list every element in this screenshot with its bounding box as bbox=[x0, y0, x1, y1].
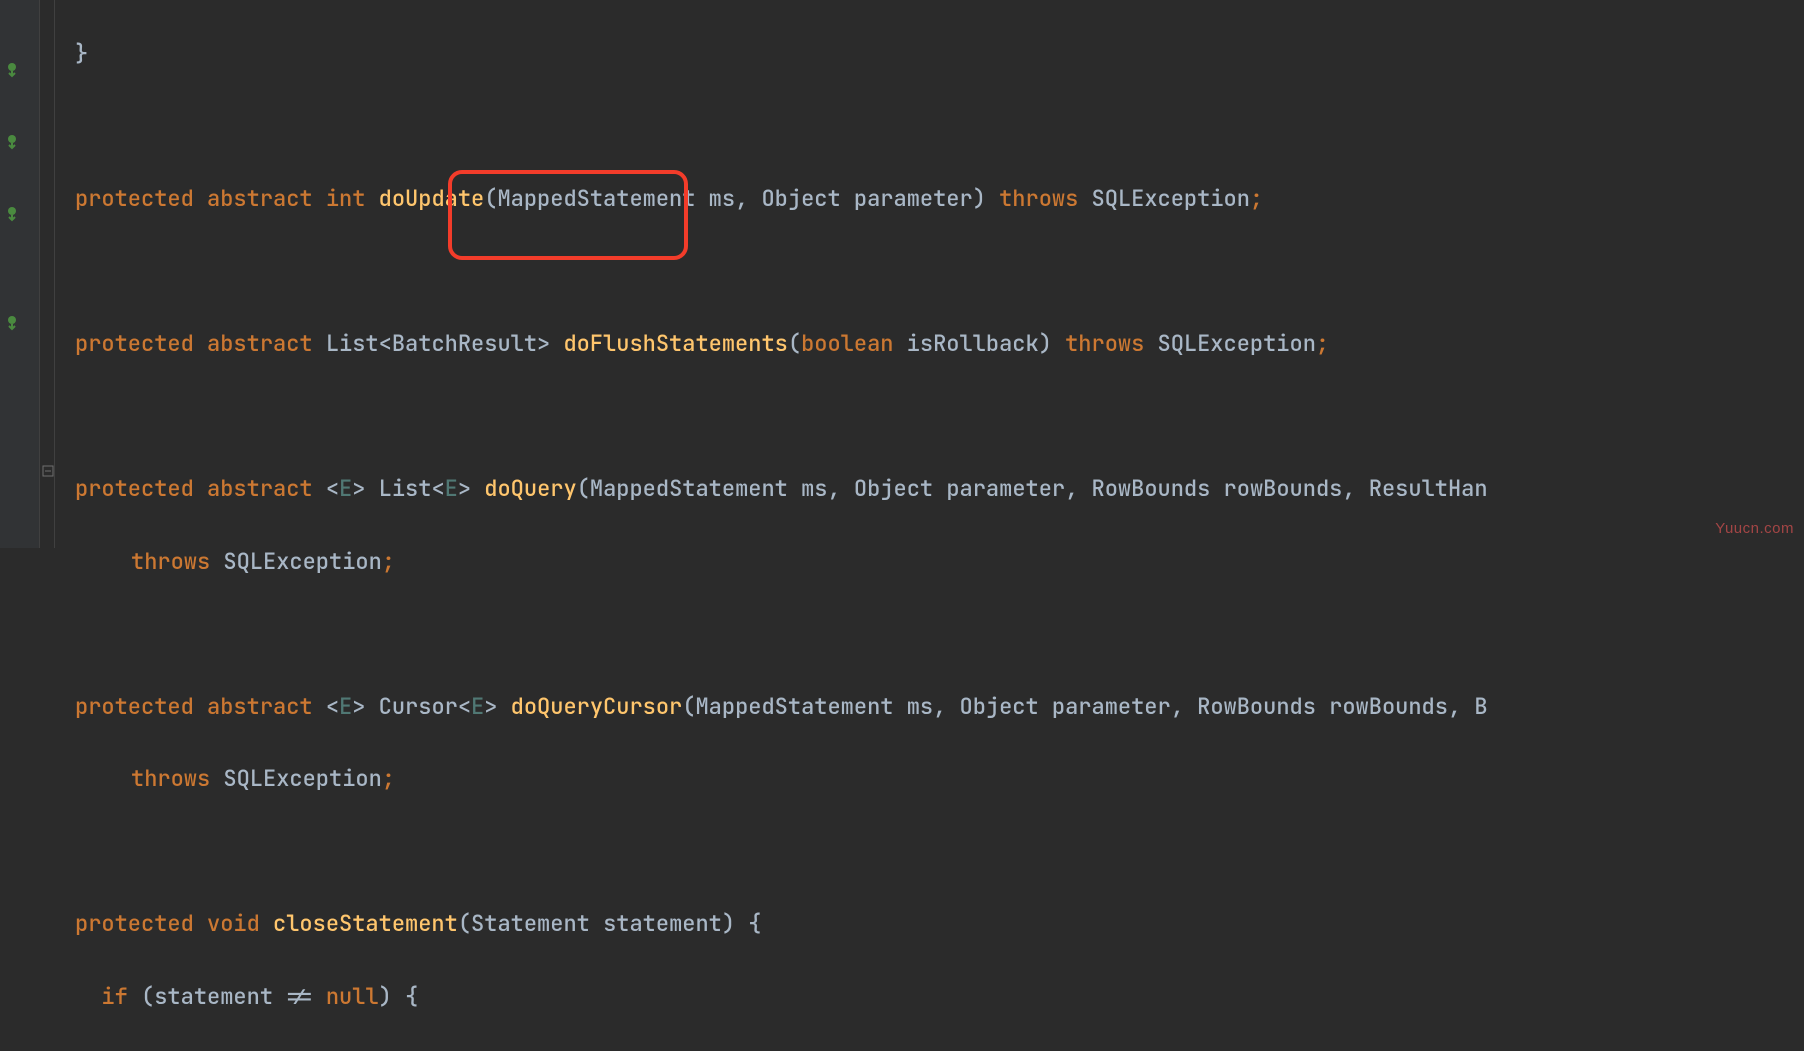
override-icon[interactable] bbox=[4, 134, 20, 150]
code-line: throws SQLException; bbox=[75, 544, 1804, 580]
fold-icon[interactable] bbox=[42, 452, 54, 464]
code-line: protected void closeStatement(Statement … bbox=[75, 906, 1804, 942]
code-line: if (statement != null) { bbox=[75, 979, 1804, 1015]
code-line: protected abstract <E> Cursor<E> doQuery… bbox=[75, 689, 1804, 725]
code-area[interactable]: } protected abstract int doUpdate(Mapped… bbox=[55, 0, 1804, 1051]
blank-line bbox=[75, 616, 1804, 652]
blank-line bbox=[75, 399, 1804, 435]
blank-line bbox=[75, 254, 1804, 290]
override-icon[interactable] bbox=[4, 62, 20, 78]
editor-gutter bbox=[0, 0, 40, 548]
blank-line bbox=[75, 834, 1804, 870]
code-line: } bbox=[75, 36, 1804, 72]
blank-line bbox=[75, 109, 1804, 145]
code-line: protected abstract List<BatchResult> doF… bbox=[75, 326, 1804, 362]
code-line: protected abstract <E> List<E> doQuery(M… bbox=[75, 471, 1804, 507]
override-icon[interactable] bbox=[4, 206, 20, 222]
override-icon[interactable] bbox=[4, 315, 20, 331]
code-line: protected abstract int doUpdate(MappedSt… bbox=[75, 181, 1804, 217]
watermark-text: Yuucn.com bbox=[1715, 517, 1794, 542]
code-line: throws SQLException; bbox=[75, 761, 1804, 797]
brace: } bbox=[75, 39, 88, 68]
